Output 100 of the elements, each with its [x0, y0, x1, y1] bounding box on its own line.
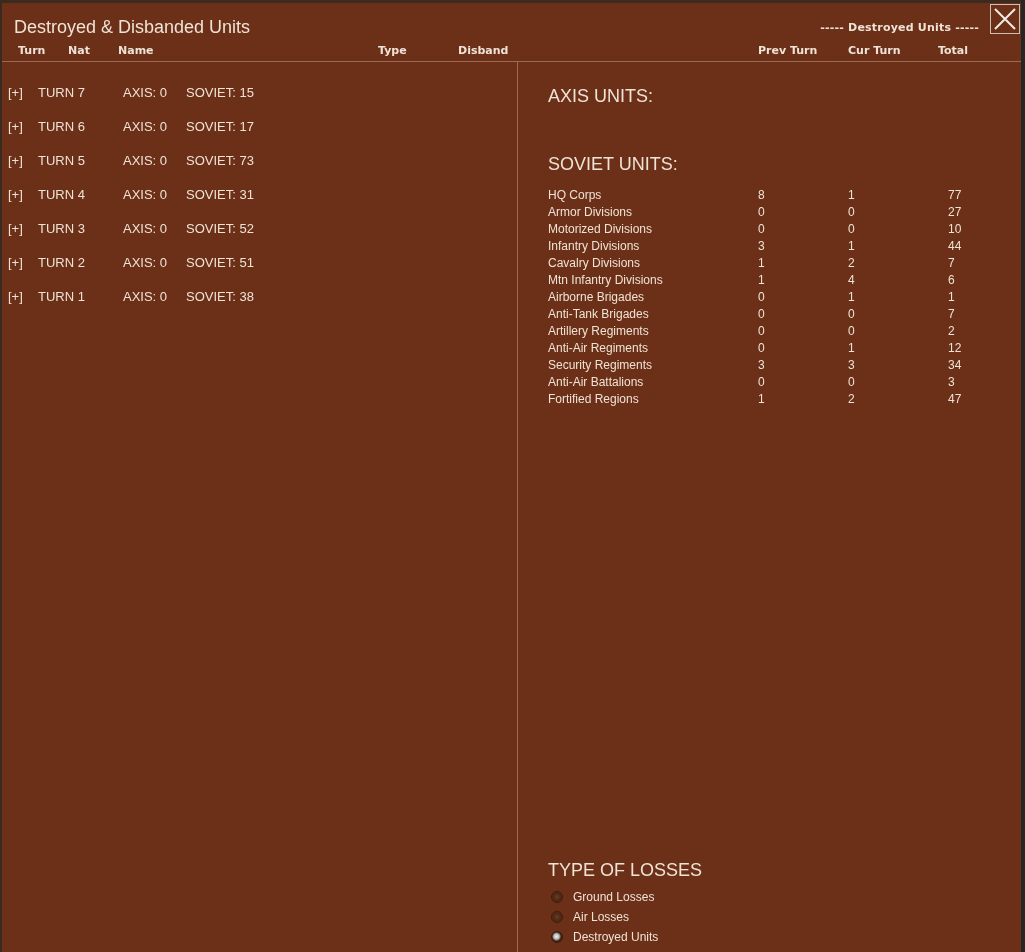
column-header: Total — [938, 44, 969, 57]
unit-type-name: Mtn Infantry Divisions — [548, 272, 663, 287]
unit-type-name: Anti-Air Battalions — [548, 374, 644, 389]
unit-type-name: Airborne Brigades — [548, 289, 645, 304]
expand-toggle[interactable]: [+] — [8, 119, 23, 134]
radio-button[interactable] — [551, 891, 563, 903]
radio-label[interactable]: Ground Losses — [573, 890, 655, 904]
axis-count: AXIS: 0 — [123, 153, 168, 168]
table-cell: 1 — [848, 187, 855, 202]
table-cell: 0 — [848, 204, 855, 219]
table-cell: 7 — [948, 255, 955, 270]
soviet-count: SOVIET: 38 — [186, 289, 254, 304]
column-header: Nat — [68, 44, 90, 57]
table-cell: 3 — [948, 374, 955, 389]
close-button[interactable] — [990, 4, 1020, 34]
turn-label: TURN 6 — [38, 119, 85, 134]
table-cell: 8 — [758, 187, 765, 202]
radio-label[interactable]: Air Losses — [573, 910, 630, 924]
unit-type-name: Infantry Divisions — [548, 238, 640, 253]
unit-type-name: Security Regiments — [548, 357, 653, 372]
table-cell: 10 — [948, 221, 962, 236]
table-cell: 1 — [758, 391, 765, 406]
table-cell: 0 — [848, 306, 855, 321]
soviet-count: SOVIET: 52 — [186, 221, 254, 236]
axis-count: AXIS: 0 — [123, 221, 168, 236]
table-cell: 2 — [948, 323, 955, 338]
unit-type-name: Fortified Regions — [548, 391, 639, 406]
table-cell: 1 — [848, 238, 855, 253]
table-cell: 77 — [948, 187, 962, 202]
table-cell: 0 — [758, 289, 765, 304]
radio-button[interactable] — [551, 911, 563, 923]
close-icon — [994, 8, 1016, 30]
expand-toggle[interactable]: [+] — [8, 187, 23, 202]
table-cell: 2 — [848, 255, 855, 270]
table-cell: 0 — [848, 374, 855, 389]
soviet-count: SOVIET: 31 — [186, 187, 254, 202]
table-cell: 0 — [758, 306, 765, 321]
table-cell: 47 — [948, 391, 962, 406]
unit-type-name: HQ Corps — [548, 187, 602, 202]
axis-count: AXIS: 0 — [123, 289, 168, 304]
table-cell: 3 — [758, 357, 765, 372]
table-cell: 6 — [948, 272, 955, 287]
axis-count: AXIS: 0 — [123, 255, 168, 270]
column-header: Disband — [458, 44, 509, 57]
turn-label: TURN 3 — [38, 221, 85, 236]
table-cell: 3 — [758, 238, 765, 253]
expand-toggle[interactable]: [+] — [8, 221, 23, 236]
soviet-count: SOVIET: 73 — [186, 153, 254, 168]
table-cell: 0 — [758, 374, 765, 389]
axis-count: AXIS: 0 — [123, 85, 168, 100]
soviet-count: SOVIET: 15 — [186, 85, 254, 100]
table-cell: 0 — [758, 323, 765, 338]
table-cell: 0 — [848, 323, 855, 338]
turn-label: TURN 1 — [38, 289, 85, 304]
column-header: Type — [378, 44, 407, 57]
expand-toggle[interactable]: [+] — [8, 255, 23, 270]
table-cell: 1 — [848, 289, 855, 304]
unit-type-name: Armor Divisions — [548, 204, 632, 219]
unit-type-name: Artillery Regiments — [548, 323, 649, 338]
table-cell: 0 — [848, 221, 855, 236]
turn-label: TURN 7 — [38, 85, 85, 100]
axis-count: AXIS: 0 — [123, 187, 168, 202]
table-cell: 12 — [948, 340, 962, 355]
table-cell: 0 — [758, 340, 765, 355]
table-cell: 1 — [948, 289, 955, 304]
table-cell: 27 — [948, 204, 962, 219]
table-cell: 7 — [948, 306, 955, 321]
unit-type-name: Motorized Divisions — [548, 221, 653, 236]
section-title: TYPE OF LOSSES — [548, 859, 703, 881]
unit-type-name: Anti-Air Regiments — [548, 340, 649, 355]
table-cell: 1 — [848, 340, 855, 355]
turn-label: TURN 4 — [38, 187, 85, 202]
column-header: Name — [118, 44, 154, 57]
table-cell: 3 — [848, 357, 855, 372]
unit-type-name: Anti-Tank Brigades — [548, 306, 649, 321]
table-cell: 0 — [758, 221, 765, 236]
expand-toggle[interactable]: [+] — [8, 153, 23, 168]
column-header: Prev Turn — [758, 44, 818, 57]
window-title: Destroyed & Disbanded Units — [14, 16, 251, 38]
table-cell: 0 — [758, 204, 765, 219]
section-title: SOVIET UNITS: — [548, 153, 678, 175]
section-title: AXIS UNITS: — [548, 85, 654, 107]
unit-type-name: Cavalry Divisions — [548, 255, 641, 270]
group-header-label: ----- Destroyed Units ----- — [820, 21, 979, 34]
soviet-count: SOVIET: 51 — [186, 255, 254, 270]
expand-toggle[interactable]: [+] — [8, 85, 23, 100]
table-cell: 2 — [848, 391, 855, 406]
column-header: Turn — [18, 44, 46, 57]
table-cell: 4 — [848, 272, 855, 287]
turn-label: TURN 5 — [38, 153, 85, 168]
axis-count: AXIS: 0 — [123, 119, 168, 134]
turn-label: TURN 2 — [38, 255, 85, 270]
table-cell: 34 — [948, 357, 962, 372]
radio-button[interactable] — [551, 931, 563, 943]
table-cell: 1 — [758, 255, 765, 270]
radio-label[interactable]: Destroyed Units — [573, 930, 659, 944]
table-cell: 1 — [758, 272, 765, 287]
column-header: Cur Turn — [848, 44, 901, 57]
soviet-count: SOVIET: 17 — [186, 119, 254, 134]
expand-toggle[interactable]: [+] — [8, 289, 23, 304]
